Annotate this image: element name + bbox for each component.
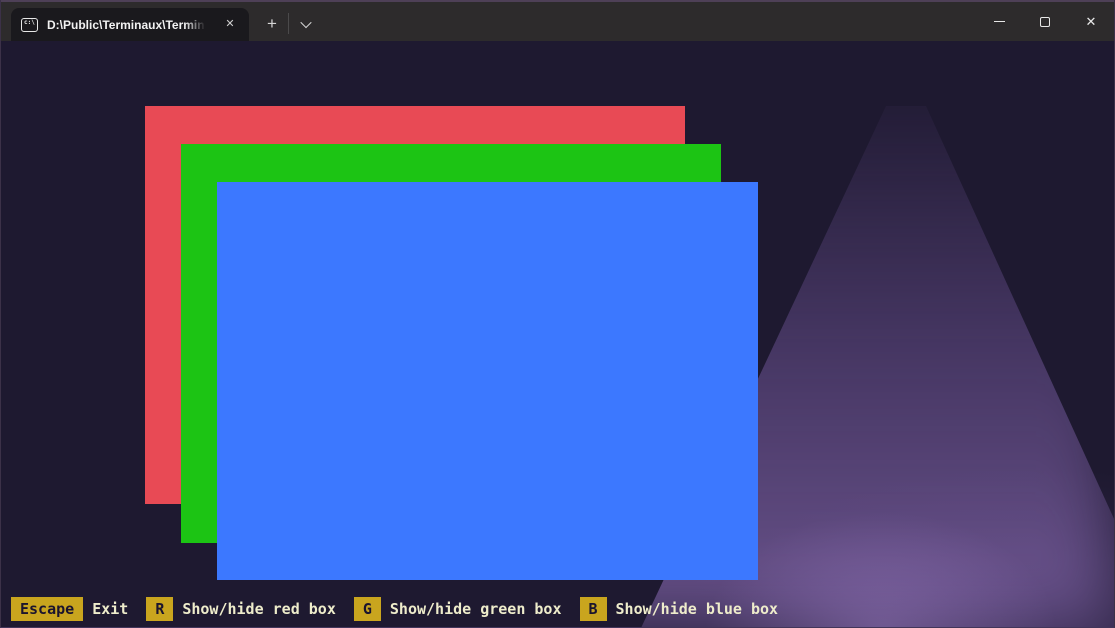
- hotkey-label-blue: Show/hide blue box: [616, 597, 779, 621]
- tab-close-icon[interactable]: ✕: [219, 14, 241, 36]
- hotkey-red: R Show/hide red box: [146, 597, 336, 621]
- terminal-screen[interactable]: Escape Exit R Show/hide red box G Show/h…: [1, 41, 1114, 627]
- maximize-button[interactable]: [1022, 2, 1068, 41]
- new-tab-button[interactable]: +: [259, 12, 285, 36]
- hotkey-green: G Show/hide green box: [354, 597, 562, 621]
- key-badge-g: G: [354, 597, 381, 621]
- window-top-border: [1, 0, 1114, 2]
- window-controls: ✕: [976, 2, 1114, 41]
- hotkey-blue: B Show/hide blue box: [580, 597, 779, 621]
- hotkey-label-green: Show/hide green box: [390, 597, 562, 621]
- tab-bar: c:\ D:\Public\Terminaux\Terminau ✕ + ✕: [1, 2, 1114, 41]
- tab-title: D:\Public\Terminaux\Terminau: [47, 18, 207, 32]
- key-badge-escape: Escape: [11, 597, 83, 621]
- hotkey-label-exit: Exit: [92, 597, 128, 621]
- close-button[interactable]: ✕: [1068, 2, 1114, 41]
- minimize-button[interactable]: [976, 2, 1022, 41]
- terminal-window: c:\ D:\Public\Terminaux\Terminau ✕ + ✕: [0, 0, 1115, 628]
- hotkey-label-red: Show/hide red box: [182, 597, 336, 621]
- key-badge-r: R: [146, 597, 173, 621]
- maximize-icon: [1040, 17, 1050, 27]
- minimize-icon: [994, 21, 1005, 22]
- command-prompt-icon: c:\: [21, 18, 38, 32]
- hotkey-escape: Escape Exit: [11, 597, 128, 621]
- tabbar-divider: [288, 13, 289, 34]
- terminal-tab[interactable]: c:\ D:\Public\Terminaux\Terminau ✕: [11, 8, 249, 41]
- tab-dropdown-button[interactable]: [293, 12, 319, 36]
- chevron-down-icon: [300, 17, 311, 28]
- key-badge-b: B: [580, 597, 607, 621]
- blue-box: [217, 182, 758, 580]
- status-bar: Escape Exit R Show/hide red box G Show/h…: [11, 597, 778, 621]
- close-icon: ✕: [1086, 15, 1097, 28]
